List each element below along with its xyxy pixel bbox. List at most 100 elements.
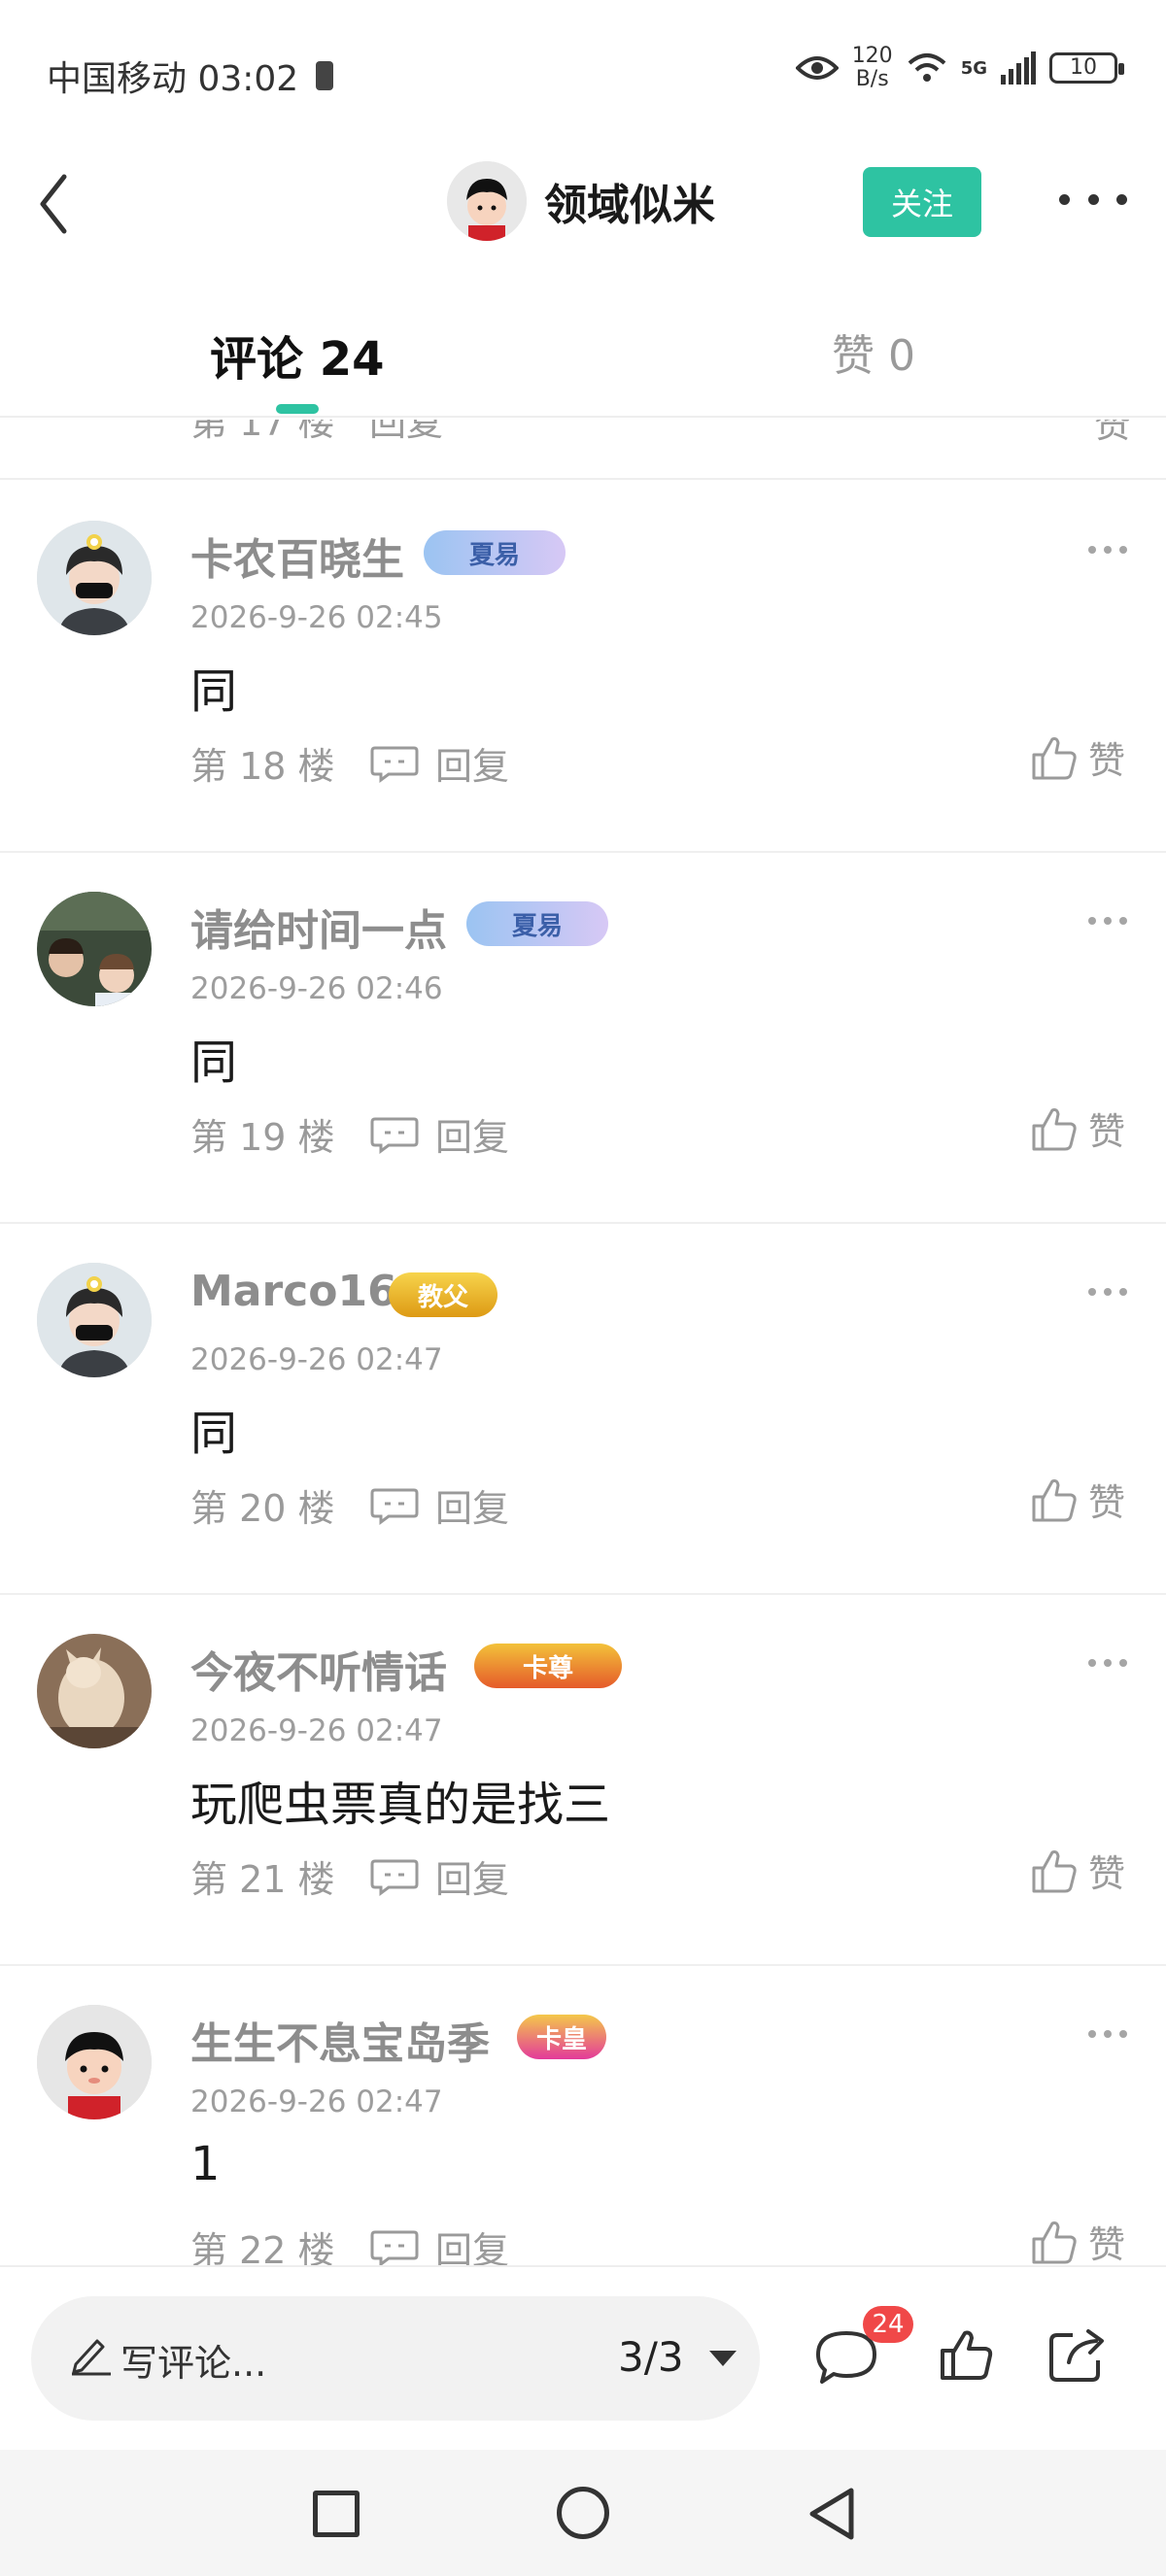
username[interactable]: 生生不息宝岛季: [190, 2009, 490, 2071]
carrier-time: 中国移动 03:02: [47, 59, 299, 99]
comment-text: 玩爬虫票真的是找三: [190, 1778, 611, 1832]
write-comment-input[interactable]: 写评论... 3/3: [31, 2296, 760, 2421]
reply-icon: [370, 2230, 419, 2265]
floor-number: 第 19 楼: [190, 1116, 335, 1159]
avatar[interactable]: [37, 892, 152, 1006]
reply-button[interactable]: 回复: [369, 420, 443, 446]
like-label: 赞: [1088, 1852, 1126, 1895]
reply-label: 回复: [435, 2229, 510, 2265]
battery-level: 10: [1070, 55, 1097, 80]
comment-text: 同: [190, 1407, 238, 1461]
thumbs-up-icon: [1032, 736, 1077, 779]
reply-label: 回复: [435, 1116, 510, 1159]
wifi-icon: [908, 53, 946, 82]
speed-value: 120: [851, 44, 893, 68]
comment-item: Marco16 教父 2026-9-26 02:47 同 第 20 楼 回复 赞: [0, 1224, 1166, 1595]
comment-more-icon[interactable]: [1088, 1655, 1127, 1671]
reply-icon: [370, 1859, 419, 1896]
username[interactable]: Marco16: [190, 1267, 397, 1316]
share-icon[interactable]: [1047, 2325, 1108, 2384]
comment-tabs: 评论 24 赞 0: [0, 291, 1166, 418]
back-icon[interactable]: [29, 165, 87, 243]
reply-label: 回复: [435, 745, 510, 788]
battery-icon: 10: [1049, 52, 1124, 84]
like-button[interactable]: 赞: [1030, 1473, 1125, 1526]
more-options-icon[interactable]: [1059, 175, 1127, 223]
username[interactable]: 卡农百晓生: [190, 525, 404, 587]
username[interactable]: 今夜不听情话: [190, 1638, 447, 1700]
user-badge: 卡皇: [517, 2015, 606, 2059]
like-button[interactable]: 赞: [1030, 730, 1125, 784]
speed-unit: B/s: [855, 67, 889, 91]
tab-likes[interactable]: 赞 0: [832, 321, 915, 383]
status-bar: 中国移动 03:02 120 B/s 5G 10: [0, 0, 1166, 146]
reply-icon: [370, 1488, 419, 1525]
thumbs-up-icon: [1032, 1849, 1077, 1892]
author-name[interactable]: 领域似米: [544, 170, 715, 232]
reply-button[interactable]: 回复: [369, 736, 509, 790]
tab-comments[interactable]: 评论 24: [210, 321, 385, 389]
comment-more-icon[interactable]: [1088, 1284, 1127, 1300]
comment-text: 1: [190, 2137, 221, 2191]
user-badge: 夏易: [424, 530, 566, 575]
reply-button[interactable]: 回复: [369, 2220, 509, 2265]
username[interactable]: 请给时间一点: [190, 896, 447, 958]
battery-saver-icon: [316, 61, 334, 90]
avatar[interactable]: [37, 1263, 152, 1377]
comment-time: 2026-9-26 02:45: [190, 600, 443, 635]
like-button[interactable]: 赞: [1030, 1102, 1125, 1155]
recent-apps-icon[interactable]: [313, 2491, 360, 2537]
status-right: 120 B/s 5G 10: [795, 45, 1124, 91]
author-avatar[interactable]: [447, 161, 527, 241]
user-badge: 夏易: [466, 901, 608, 946]
list-item: 第 17 楼 回复 赞: [0, 420, 1166, 480]
pencil-icon: [72, 2339, 111, 2376]
avatar[interactable]: [37, 521, 152, 635]
comment-item: 卡农百晓生 夏易 2026-9-26 02:45 同 第 18 楼 回复 赞: [0, 482, 1166, 853]
eye-icon: [795, 56, 839, 80]
comment-more-icon[interactable]: [1088, 913, 1127, 929]
user-badge: 教父: [389, 1272, 497, 1317]
comment-time: 2026-9-26 02:47: [190, 1713, 443, 1748]
network-speed: 120 B/s: [852, 45, 893, 91]
comment-time: 2026-9-26 02:46: [190, 971, 443, 1006]
chevron-down-icon[interactable]: [709, 2351, 737, 2366]
comment-text: 同: [190, 664, 238, 719]
comment-more-icon[interactable]: [1088, 2026, 1127, 2042]
avatar[interactable]: [37, 2005, 152, 2119]
comment-list[interactable]: 第 17 楼 回复 赞 卡农百晓生 夏易 2026-9-26 02:45 同 第…: [0, 420, 1166, 2265]
like-label: 赞: [1088, 739, 1126, 782]
user-badge: 卡尊: [474, 1644, 622, 1688]
thumbs-up-icon[interactable]: [939, 2327, 995, 2382]
floor-number: 第 20 楼: [190, 1487, 335, 1530]
comment-item: 请给时间一点 夏易 2026-9-26 02:46 同 第 19 楼 回复 赞: [0, 853, 1166, 1224]
page-indicator[interactable]: 3/3: [618, 2333, 684, 2381]
reply-button[interactable]: 回复: [369, 1478, 509, 1532]
like-button[interactable]: 赞: [1030, 2215, 1125, 2265]
reply-button[interactable]: 回复: [369, 1107, 509, 1161]
reply-icon: [370, 1117, 419, 1154]
home-icon[interactable]: [557, 2487, 609, 2539]
like-button[interactable]: 赞: [1030, 1844, 1125, 1897]
comment-count-badge: 24: [863, 2306, 913, 2343]
follow-button[interactable]: 关注: [863, 167, 981, 237]
avatar[interactable]: [37, 1634, 152, 1748]
write-placeholder: 写评论...: [120, 2342, 267, 2385]
floor-number: 第 17 楼: [190, 420, 335, 444]
like-button[interactable]: 赞: [1094, 420, 1131, 448]
tab-indicator: [276, 404, 319, 414]
comment-more-icon[interactable]: [1088, 542, 1127, 558]
author-info[interactable]: 领域似米: [447, 161, 715, 241]
reply-icon: [370, 746, 419, 783]
reply-label: 回复: [435, 1487, 510, 1530]
floor-number: 第 21 楼: [190, 1858, 335, 1901]
thumbs-up-icon: [1032, 2220, 1077, 2263]
network-type: 5G: [960, 57, 987, 79]
bottom-action-bar: 写评论... 3/3 24: [0, 2265, 1166, 2450]
comment-time: 2026-9-26 02:47: [190, 1342, 443, 1377]
reply-button[interactable]: 回复: [369, 1849, 509, 1903]
comment-item: 今夜不听情话 卡尊 2026-9-26 02:47 玩爬虫票真的是找三 第 21…: [0, 1595, 1166, 1966]
floor-number: 第 18 楼: [190, 745, 335, 788]
nav-back-icon[interactable]: [805, 2485, 859, 2543]
status-left: 中国移动 03:02: [47, 51, 334, 101]
